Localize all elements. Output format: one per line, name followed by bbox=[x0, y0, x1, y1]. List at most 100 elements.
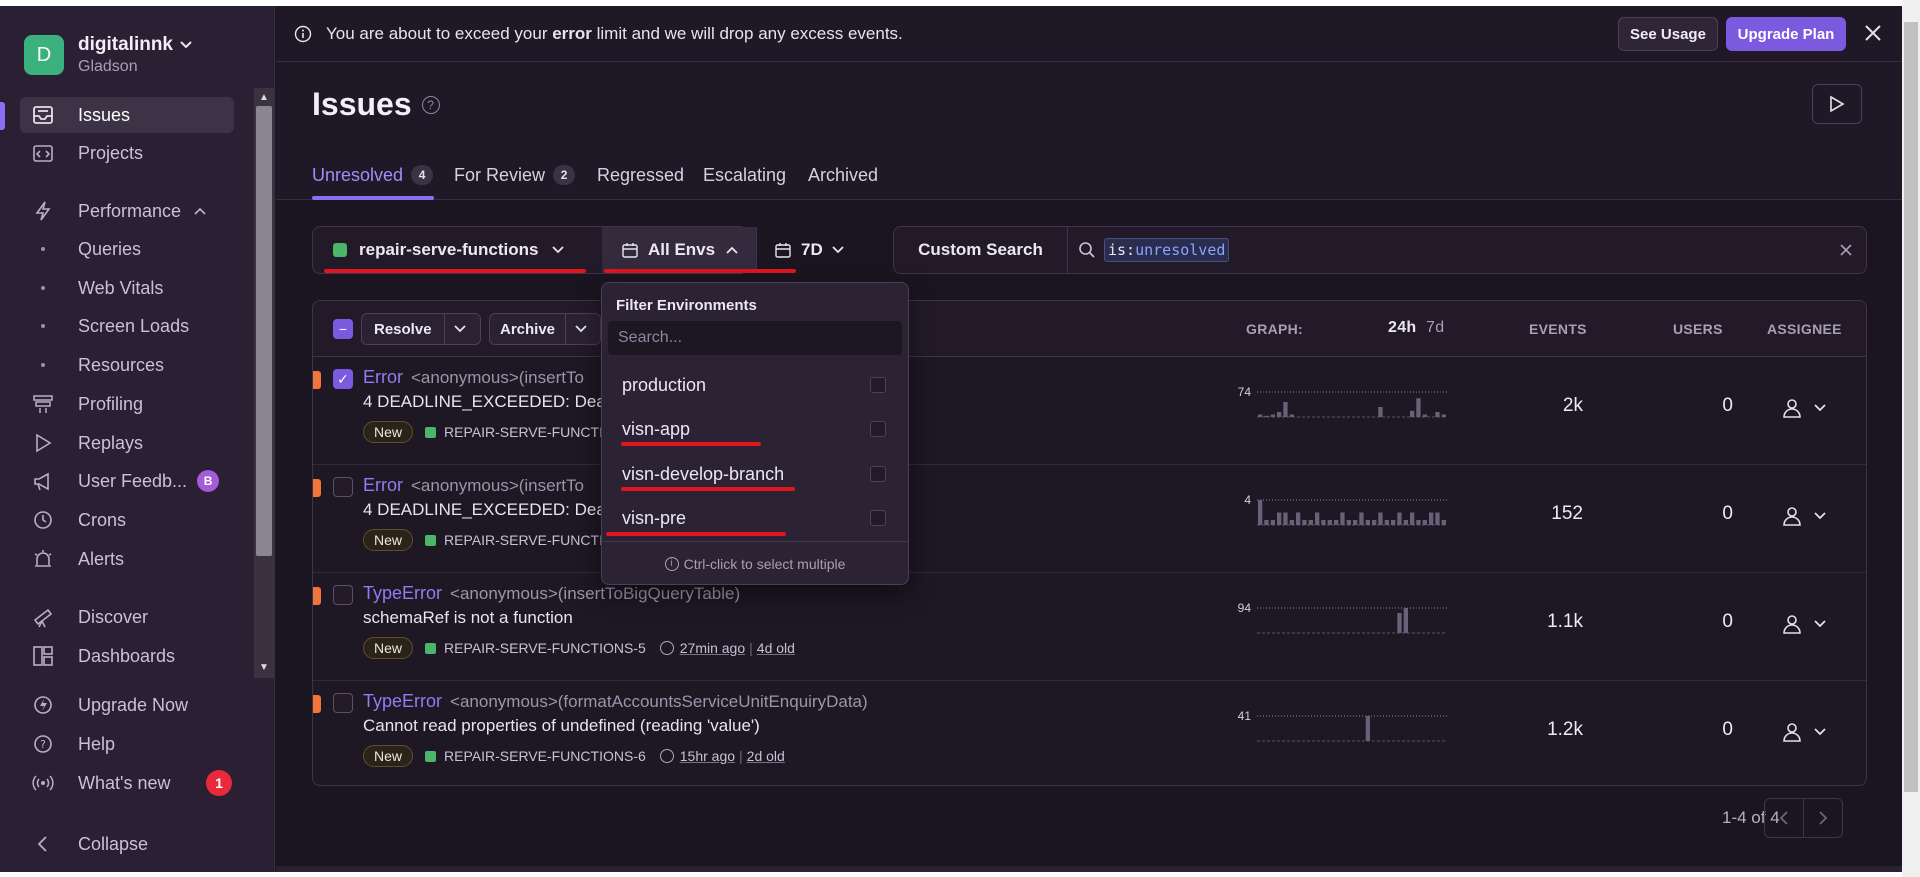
table-row[interactable]: TypeError <anonymous>(insertToBigQueryTab… bbox=[313, 573, 1866, 681]
select-all-checkbox[interactable]: − bbox=[333, 319, 353, 339]
sidebar-item-issues[interactable]: Issues bbox=[20, 97, 234, 133]
project-icon bbox=[425, 534, 437, 546]
sidebar-item-dashboards[interactable]: Dashboards bbox=[20, 638, 234, 674]
tab-archived[interactable]: Archived bbox=[808, 160, 878, 190]
sidebar-item-whats-new[interactable]: What's new 1 bbox=[20, 765, 234, 801]
env-checkbox[interactable] bbox=[870, 377, 886, 393]
issue-title[interactable]: TypeError <anonymous>(insertToBigQueryTab… bbox=[363, 583, 740, 604]
tab-escalating[interactable]: Escalating bbox=[703, 160, 786, 190]
issue-message: schemaRef is not a function bbox=[363, 608, 573, 627]
env-checkbox[interactable] bbox=[870, 421, 886, 437]
date-range-selector[interactable]: 7D bbox=[756, 227, 850, 273]
row-checkbox[interactable] bbox=[333, 585, 353, 605]
tab-unresolved[interactable]: Unresolved 4 bbox=[312, 160, 434, 190]
org-switcher[interactable]: D digitalinnk Gladson bbox=[24, 34, 193, 76]
users-column-header[interactable]: USERS bbox=[1673, 321, 1723, 337]
assignee-selector[interactable] bbox=[1781, 505, 1827, 527]
chevron-down-icon bbox=[1814, 728, 1826, 736]
assignee-selector[interactable] bbox=[1781, 397, 1827, 419]
page-scrollbar-thumb[interactable] bbox=[1904, 22, 1918, 792]
calendar-icon bbox=[622, 243, 638, 258]
scroll-up-arrow-icon[interactable]: ▲ bbox=[257, 92, 271, 104]
events-column-header[interactable]: EVENTS bbox=[1529, 321, 1587, 337]
issue-short-id[interactable]: REPAIR-SERVE-FUNCTI bbox=[444, 424, 603, 440]
issue-short-id[interactable]: REPAIR-SERVE-FUNCTI bbox=[444, 532, 603, 548]
sidebar-collapse-button[interactable]: Collapse bbox=[20, 826, 234, 862]
sidebar-item-label: Crons bbox=[78, 509, 127, 530]
issues-icon bbox=[30, 102, 56, 128]
chevron-down-icon[interactable] bbox=[574, 324, 588, 334]
sidebar-item-queries[interactable]: Queries bbox=[20, 232, 234, 266]
play-button[interactable] bbox=[1812, 84, 1862, 124]
search-query-token[interactable]: is:unresolved bbox=[1104, 238, 1230, 262]
close-icon[interactable] bbox=[1858, 18, 1888, 48]
graph-24h-toggle[interactable]: 24h bbox=[1388, 319, 1416, 337]
assignee-selector[interactable] bbox=[1781, 613, 1827, 635]
issue-title[interactable]: Error <anonymous>(insertTo bbox=[363, 367, 584, 388]
previous-page-button[interactable] bbox=[1764, 798, 1804, 838]
issue-short-id[interactable]: REPAIR-SERVE-FUNCTIONS-5 bbox=[444, 640, 646, 656]
user-count: 0 bbox=[1722, 611, 1733, 632]
scroll-down-arrow-icon[interactable]: ▼ bbox=[257, 662, 271, 674]
table-row[interactable]: Error <anonymous>(insertTo 4 DEADLINE_EXCE… bbox=[313, 465, 1866, 573]
graph-bar bbox=[1435, 412, 1440, 417]
sidebar-item-resources[interactable]: Resources bbox=[20, 348, 234, 382]
table-row[interactable]: TypeError <anonymous>(formatAccountsServi… bbox=[313, 681, 1866, 785]
assignee-selector[interactable] bbox=[1781, 721, 1827, 743]
issues-table: − Resolve Archive GRAPH: 24h 7d EVENTS U… bbox=[312, 300, 1867, 786]
help-icon[interactable]: ? bbox=[421, 95, 440, 114]
env-checkbox[interactable] bbox=[870, 510, 886, 526]
graph-7d-toggle[interactable]: 7d bbox=[1426, 319, 1444, 337]
sidebar-item-upgrade-now[interactable]: Upgrade Now bbox=[20, 687, 234, 723]
project-selector[interactable]: repair-serve-functions bbox=[313, 227, 602, 273]
env-checkbox[interactable] bbox=[870, 466, 886, 482]
sidebar-item-user-feedback[interactable]: User Feedb... B bbox=[20, 463, 234, 499]
sidebar-item-help[interactable]: ? Help bbox=[20, 726, 234, 762]
row-checkbox[interactable] bbox=[333, 477, 353, 497]
issue-title[interactable]: Error <anonymous>(insertTo bbox=[363, 475, 584, 496]
resolve-button[interactable]: Resolve bbox=[362, 314, 445, 344]
archive-button[interactable]: Archive bbox=[490, 314, 567, 344]
graph-bar bbox=[1340, 512, 1345, 525]
sidebar-item-discover[interactable]: Discover bbox=[20, 599, 234, 635]
custom-search-button[interactable]: Custom Search bbox=[894, 227, 1067, 273]
row-checkbox[interactable] bbox=[333, 693, 353, 713]
environment-search-input[interactable]: Search... bbox=[608, 321, 902, 355]
sidebar-item-alerts[interactable]: Alerts bbox=[20, 541, 234, 577]
clear-search-icon[interactable] bbox=[1839, 243, 1853, 257]
sidebar-item-replays[interactable]: Replays bbox=[20, 425, 234, 461]
tab-for-review[interactable]: For Review 2 bbox=[454, 160, 576, 190]
chevron-down-icon[interactable] bbox=[453, 324, 467, 334]
graph-bar bbox=[1258, 500, 1263, 525]
graph-bar bbox=[1277, 512, 1282, 525]
upgrade-plan-button[interactable]: Upgrade Plan bbox=[1726, 17, 1846, 51]
sidebar-scrollbar-thumb[interactable] bbox=[256, 106, 272, 556]
graph-bar bbox=[1283, 512, 1288, 525]
sidebar-item-label: Performance bbox=[78, 200, 182, 221]
graph-bar bbox=[1378, 407, 1383, 417]
sidebar-item-label: Queries bbox=[78, 238, 142, 259]
sidebar-item-performance[interactable]: Performance bbox=[20, 193, 234, 229]
sidebar-item-projects[interactable]: Projects bbox=[20, 135, 234, 171]
table-header: − Resolve Archive GRAPH: 24h 7d EVENTS U… bbox=[313, 301, 1866, 357]
sidebar-item-crons[interactable]: Crons bbox=[20, 502, 234, 538]
user-icon bbox=[1783, 399, 1801, 418]
annotation-underline-visn-develop-branch bbox=[621, 487, 795, 491]
issue-meta: New REPAIR-SERVE-FUNCTIONS-6 15hr ago | 2d o… bbox=[363, 745, 785, 767]
search-input[interactable]: is:unresolved bbox=[1067, 227, 1867, 273]
level-indicator bbox=[313, 587, 321, 605]
row-checkbox[interactable]: ✓ bbox=[333, 369, 353, 389]
sidebar-item-screen-loads[interactable]: Screen Loads bbox=[20, 309, 234, 343]
issue-title[interactable]: TypeError <anonymous>(formatAccountsServi… bbox=[363, 691, 868, 712]
table-row[interactable]: ✓ Error <anonymous>(insertTo 4 DEADLINE_EXC… bbox=[313, 357, 1866, 465]
tab-regressed[interactable]: Regressed bbox=[597, 160, 684, 190]
lightning-icon bbox=[30, 198, 56, 224]
org-user: Gladson bbox=[78, 58, 138, 75]
issue-short-id[interactable]: REPAIR-SERVE-FUNCTIONS-6 bbox=[444, 748, 646, 764]
env-option-production[interactable]: production bbox=[602, 363, 908, 407]
environment-selector[interactable]: All Envs bbox=[602, 227, 756, 273]
see-usage-button[interactable]: See Usage bbox=[1618, 17, 1718, 51]
next-page-button[interactable] bbox=[1803, 798, 1843, 838]
sidebar-item-web-vitals[interactable]: Web Vitals bbox=[20, 271, 234, 305]
sidebar-item-profiling[interactable]: Profiling bbox=[20, 386, 234, 422]
